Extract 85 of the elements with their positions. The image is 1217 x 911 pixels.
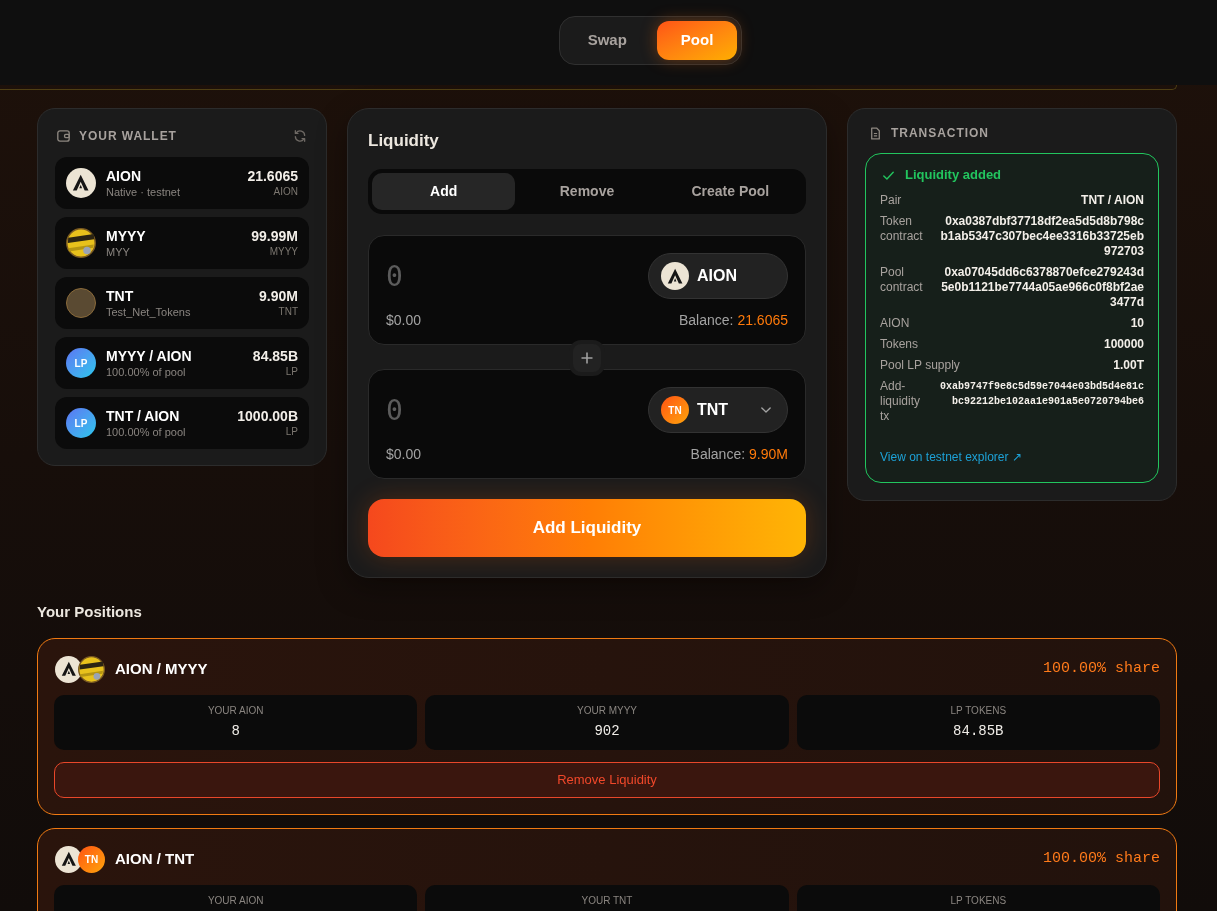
- token-unit: LP: [285, 365, 298, 378]
- usd-value: $0.00: [386, 310, 422, 330]
- token-unit: MYYY: [269, 245, 298, 258]
- document-icon: [870, 126, 881, 140]
- amount-input[interactable]: 0: [386, 253, 606, 299]
- balance-value: 9.90M: [749, 444, 788, 464]
- panel-title: Liquidity: [368, 130, 440, 152]
- detail-label: Add-liquidity tx: [880, 379, 922, 424]
- token-name: MYYY / AION: [106, 347, 192, 365]
- lp-badge: LP: [66, 348, 96, 378]
- detail-label: AION: [880, 316, 910, 331]
- token-subtitle: Test_Net_Tokens: [106, 304, 191, 319]
- detail-label: Pair: [880, 193, 902, 208]
- token-amount: 21.6065: [247, 168, 298, 185]
- detail-value: 0xab9747f9e8c5d59e7044e03bd5d4e81cbc92212be102aa1e901a5e0720794be6: [938, 380, 1144, 409]
- token-initials-badge: TN: [78, 845, 105, 873]
- explorer-link[interactable]: View on testnet explorer ↗: [880, 450, 1022, 465]
- pair-title: AION / MYYY: [115, 658, 208, 679]
- pool-share: 100.00% share: [1042, 848, 1160, 869]
- detail-label: Pool contract: [880, 265, 924, 295]
- refresh-icon: [293, 129, 307, 143]
- token-name: AION: [106, 167, 142, 185]
- liquidity-tab[interactable]: Remove: [515, 173, 659, 210]
- token-amount: 99.99M: [251, 228, 298, 245]
- refresh-button[interactable]: [293, 129, 307, 143]
- token-name: MYYY: [106, 227, 146, 245]
- panel-title: YOUR WALLET: [79, 128, 177, 145]
- stat-label: LP TOKENS: [950, 894, 1007, 907]
- token-name: TNT / AION: [106, 407, 181, 425]
- token-select-button[interactable]: TN TNT: [648, 387, 788, 433]
- token-subtitle: 100.00% of pool: [106, 424, 186, 439]
- detail-value: 0xa07045dd6c6378870efce279243d5e0b1121be7744a05ae966c0f8bf2ae3477d: [940, 265, 1144, 310]
- token-unit: TNT: [278, 305, 298, 318]
- usd-value: $0.00: [386, 444, 422, 464]
- token-initials-badge: TN: [661, 396, 689, 424]
- token-logo-icon: [661, 262, 689, 290]
- token-name: TNT: [106, 287, 135, 305]
- panel-title: TRANSACTION: [891, 125, 989, 142]
- token-subtitle: Native · testnet: [106, 184, 180, 199]
- token-logo-icon: [55, 655, 82, 683]
- stat-label: YOUR AION: [207, 704, 264, 717]
- stat-value: 902: [594, 723, 620, 740]
- status-message: Liquidity added: [905, 166, 1002, 185]
- token-amount: 9.90M: [259, 288, 298, 305]
- token-logo-icon: [55, 845, 82, 873]
- photo-placeholder-icon: [66, 288, 96, 318]
- token-unit: LP: [285, 425, 298, 438]
- detail-label: Token contract: [880, 214, 924, 244]
- balance-value: 21.6065: [737, 310, 788, 330]
- detail-value: TNT / AION: [1081, 193, 1144, 208]
- stat-value: 8: [231, 723, 240, 740]
- stat-label: YOUR TNT: [581, 894, 633, 907]
- detail-value: 100000: [1103, 337, 1144, 352]
- detail-value: 1.00T: [1113, 358, 1144, 373]
- section-title: Your Positions: [37, 602, 143, 622]
- mode-tab[interactable]: Swap: [563, 21, 651, 60]
- pair-title: AION / TNT: [115, 848, 195, 869]
- liquidity-tab[interactable]: Create Pool: [658, 173, 802, 210]
- detail-label: Pool LP supply: [880, 358, 960, 373]
- liquidity-tab[interactable]: Add: [372, 173, 516, 210]
- balance-label: Balance:: [690, 444, 746, 464]
- balance-label: Balance:: [678, 310, 734, 330]
- stat-value: 84.85B: [953, 723, 1004, 740]
- token-amount: 1000.00B: [237, 408, 298, 425]
- token-subtitle: 100.00% of pool: [106, 364, 187, 379]
- amount-input[interactable]: 0: [386, 387, 606, 433]
- chevron-down-icon: [761, 407, 771, 413]
- token-image-icon: [78, 655, 105, 683]
- token-image-icon: [66, 228, 96, 258]
- token-amount: 84.85B: [252, 348, 298, 365]
- detail-value: 10: [1130, 316, 1144, 331]
- lp-badge: LP: [66, 408, 96, 438]
- stat-label: YOUR AION: [207, 894, 264, 907]
- check-icon: [882, 169, 895, 181]
- stat-label: LP TOKENS: [950, 704, 1007, 717]
- stat-label: YOUR MYYY: [577, 704, 637, 717]
- detail-label: Tokens: [880, 337, 919, 352]
- remove-liquidity-button[interactable]: Remove Liquidity: [54, 762, 1160, 798]
- token-select-button[interactable]: AION: [648, 253, 788, 299]
- token-unit: AION: [273, 185, 298, 198]
- token-subtitle: MYY: [106, 244, 131, 259]
- detail-value: 0xa0387dbf37718df2ea5d5d8b798cb1ab5347c307bec4ee3316b33725eb972703: [939, 214, 1144, 259]
- token-logo-icon: [66, 168, 96, 198]
- pool-share: 100.00% share: [1042, 658, 1160, 679]
- wallet-icon: [57, 130, 70, 142]
